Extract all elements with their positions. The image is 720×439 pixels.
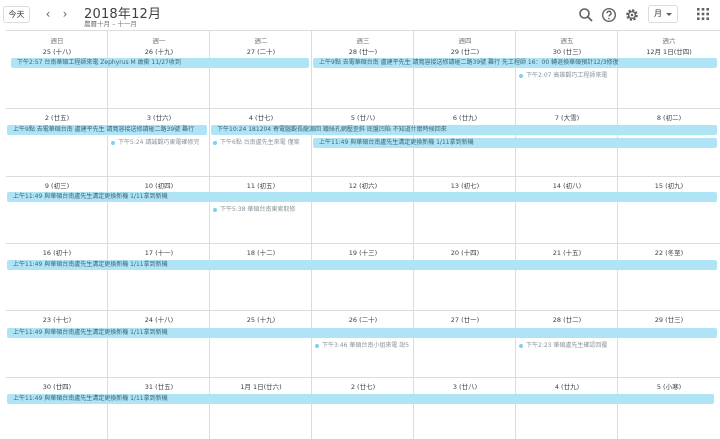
day-number[interactable]: 3 (廿八) xyxy=(414,381,516,391)
day-number[interactable]: 5 (廿八) xyxy=(312,112,414,122)
event-dot-icon xyxy=(213,208,217,212)
day-number[interactable]: 13 (初七) xyxy=(414,180,516,190)
timed-event-label: 下午6點 台南盧先生來電 僅案 xyxy=(220,139,300,146)
timed-event[interactable]: 下午2:23 華碩盧先生確認回覆 xyxy=(518,341,614,351)
day-number[interactable]: 26 (十九) xyxy=(108,46,210,56)
event-bar[interactable]: 上午9點 去電華碩台南 盧建平先生 請寬容接送修請碰二路39號 難行 xyxy=(7,125,207,135)
timed-event[interactable]: 下午6點 台南盧先生來電 僅案 xyxy=(212,138,308,148)
day-number[interactable]: 18 (十二) xyxy=(210,247,312,257)
day-number[interactable]: 22 (冬至) xyxy=(618,247,720,257)
event-bar[interactable]: 上午9點 去電華碩台南 盧建平先生 請寬容接送修請碰二路39號 難行 先工程師 … xyxy=(313,58,717,68)
weekday-header: 週六 xyxy=(662,37,676,45)
event-dot-icon xyxy=(111,141,115,145)
event-dot-icon xyxy=(519,344,523,348)
view-label: 月 xyxy=(654,9,662,18)
timed-event-label: 下午5:38 華碩台南東索取修 xyxy=(220,206,296,213)
day-number[interactable]: 29 (廿二) xyxy=(414,46,516,56)
day-number[interactable]: 23 (十七) xyxy=(6,314,108,324)
timed-event[interactable]: 下午3:46 華碩台南小姐來電 說5 xyxy=(314,341,410,351)
apps-grid-icon[interactable] xyxy=(697,8,709,20)
weekday-header: 週一 xyxy=(152,37,166,45)
day-number[interactable]: 27 (二十) xyxy=(210,46,312,56)
help-icon[interactable] xyxy=(601,7,617,23)
day-number[interactable]: 12 (初六) xyxy=(312,180,414,190)
timed-event-label: 下午2:07 高雄觀巧工程師來電 xyxy=(526,72,608,79)
day-number[interactable]: 25 (十八) xyxy=(6,46,108,56)
day-number[interactable]: 16 (初十) xyxy=(6,247,108,257)
day-number[interactable]: 19 (十三) xyxy=(312,247,414,257)
day-number[interactable]: 24 (十八) xyxy=(108,314,210,324)
day-number[interactable]: 9 (初三) xyxy=(6,180,108,190)
day-number[interactable]: 30 (廿三) xyxy=(516,46,618,56)
event-bar[interactable]: 上午11:49 與華碩台南盧先生溝定更換新機 1/11拿到新機 xyxy=(7,394,714,404)
chevron-right-icon[interactable]: › xyxy=(57,6,73,23)
week-divider xyxy=(6,243,720,244)
event-dot-icon xyxy=(213,141,217,145)
day-number[interactable]: 11 (初五) xyxy=(210,180,312,190)
event-bar[interactable]: 上午11:49 與華碩台南盧先生溝定更換新機 1/11拿到新機 xyxy=(7,260,717,270)
day-number[interactable]: 3 (廿六) xyxy=(108,112,210,122)
day-number[interactable]: 8 (初二) xyxy=(618,112,720,122)
event-bar[interactable]: 上午11:49 與華碩台南盧先生溝定更換新機 1/11拿到新機 xyxy=(313,138,717,148)
search-icon[interactable] xyxy=(578,7,594,23)
today-button[interactable]: 今天 xyxy=(3,6,30,23)
timed-event[interactable]: 下午5:38 華碩台南東索取修 xyxy=(212,205,308,215)
day-number[interactable]: 5 (小寒) xyxy=(618,381,720,391)
weekday-header: 週三 xyxy=(356,37,370,45)
timed-event-label: 下午5:24 請誠觀巧東電確修完 xyxy=(118,139,200,146)
week-divider xyxy=(6,310,720,311)
day-number[interactable]: 10 (初四) xyxy=(108,180,210,190)
lunar-subtitle: 農曆十月 – 十一月 xyxy=(84,20,137,28)
event-bar[interactable]: 上午11:49 與華碩台南盧先生溝定更換新機 1/11拿到新機 xyxy=(7,328,717,338)
weekday-header: 週日 xyxy=(50,37,64,45)
timed-event[interactable]: 下午2:07 高雄觀巧工程師來電 xyxy=(518,71,614,81)
week-divider xyxy=(6,176,720,177)
day-number[interactable]: 2 (廿七) xyxy=(312,381,414,391)
month-grid: 週日 週一 週二 週三 週四 週五 週六 25 (十八) 26 (十九) 27 (二十) 28 (廿… xyxy=(6,30,720,439)
day-number[interactable]: 12月 1日(廿四) xyxy=(618,46,720,56)
timed-event[interactable]: 下午5:24 請誠觀巧東電確修完 xyxy=(110,138,206,148)
day-number[interactable]: 17 (十一) xyxy=(108,247,210,257)
day-number[interactable]: 14 (初八) xyxy=(516,180,618,190)
day-number[interactable]: 30 (廿四) xyxy=(6,381,108,391)
week-divider xyxy=(6,377,720,378)
day-number[interactable]: 2 (廿五) xyxy=(6,112,108,122)
day-number[interactable]: 4 (廿九) xyxy=(516,381,618,391)
event-bar[interactable]: 下午2:57 台南華碩工程師來電 Zephyrus M 敢衝 11/27收到 xyxy=(11,58,309,68)
day-number[interactable]: 28 (廿二) xyxy=(516,314,618,324)
day-number[interactable]: 7 (大雪) xyxy=(516,112,618,122)
gear-icon[interactable] xyxy=(624,7,640,23)
week-divider xyxy=(6,108,720,109)
day-number[interactable]: 25 (十九) xyxy=(210,314,312,324)
day-number[interactable]: 28 (廿一) xyxy=(312,46,414,56)
weekday-header: 週五 xyxy=(560,37,574,45)
event-bar[interactable]: 下午10:24 181204 寄電腦觀長龍源回 鐵絲孔網壓歪斜 底盤凹陷 不知道… xyxy=(211,125,717,135)
day-number[interactable]: 26 (二十) xyxy=(312,314,414,324)
top-bar: 今天 ‹ › 2018年12月 農曆十月 – 十一月 月 xyxy=(0,0,720,30)
event-bar[interactable]: 上午11:49 與華碩台南盧先生溝定更換新機 1/11拿到新機 xyxy=(7,192,717,202)
chevron-left-icon[interactable]: ‹ xyxy=(40,6,56,23)
caret-down-icon xyxy=(666,13,672,16)
timed-event-label: 下午3:46 華碩台南小姐來電 說5 xyxy=(322,342,410,349)
day-number[interactable]: 31 (廿五) xyxy=(108,381,210,391)
day-number[interactable]: 20 (十四) xyxy=(414,247,516,257)
event-dot-icon xyxy=(315,344,319,348)
timed-event-label: 下午2:23 華碩盧先生確認回覆 xyxy=(526,342,608,349)
event-dot-icon xyxy=(519,74,523,78)
day-number[interactable]: 21 (十五) xyxy=(516,247,618,257)
day-number[interactable]: 27 (廿一) xyxy=(414,314,516,324)
day-number[interactable]: 6 (廿九) xyxy=(414,112,516,122)
day-number[interactable]: 1月 1日(廿六) xyxy=(210,381,312,391)
day-number[interactable]: 15 (初九) xyxy=(618,180,720,190)
day-number[interactable]: 29 (廿三) xyxy=(618,314,720,324)
view-select[interactable]: 月 xyxy=(648,5,678,23)
weekday-header: 週四 xyxy=(458,37,472,45)
weekday-header: 週二 xyxy=(254,37,268,45)
day-number[interactable]: 4 (廿七) xyxy=(210,112,312,122)
